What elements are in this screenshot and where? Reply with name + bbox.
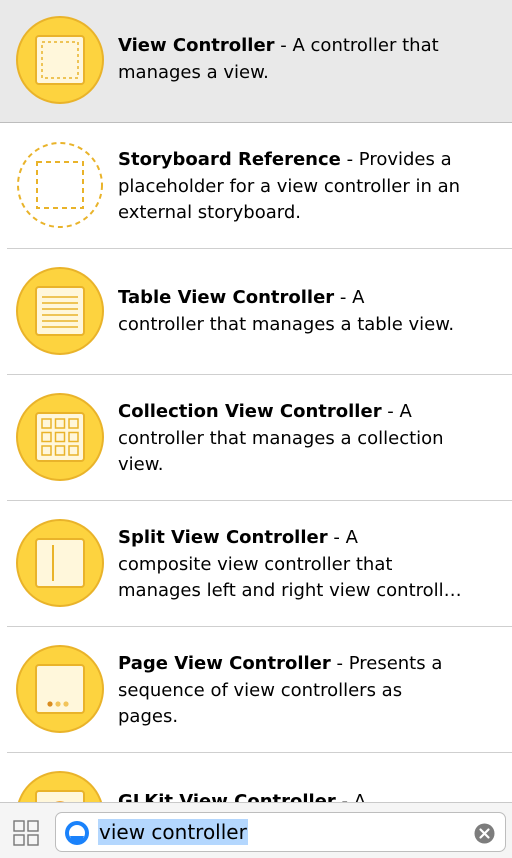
- item-title: Page View Controller: [118, 653, 331, 674]
- item-description-line2: sequence of view controllers as: [118, 679, 403, 701]
- item-title: Collection View Controller: [118, 401, 382, 422]
- item-description: - A: [335, 791, 367, 802]
- item-description: - A controller that: [274, 35, 439, 56]
- item-description: - Presents a: [330, 653, 443, 674]
- list-item-view-controller[interactable]: View Controller - A controller that mana…: [0, 0, 512, 122]
- list-item-text: Table View Controller - A controller tha…: [118, 285, 498, 338]
- list-item-table-view-controller[interactable]: Table View Controller - A controller tha…: [0, 249, 512, 374]
- list-item-text: Collection View Controller - A controlle…: [118, 399, 498, 479]
- item-description: - A: [327, 527, 358, 548]
- item-description: - Provides a: [340, 149, 452, 170]
- split-view-controller-icon: [16, 519, 104, 607]
- item-description-line2: controller that manages a table view.: [118, 313, 455, 335]
- list-item-page-view-controller[interactable]: Page View Controller - Presents a sequen…: [0, 627, 512, 752]
- item-title: GLKit View Controller: [118, 791, 336, 802]
- object-library-list[interactable]: View Controller - A controller that mana…: [0, 0, 512, 802]
- view-controller-icon: [16, 16, 104, 104]
- page-view-controller-icon: [16, 645, 104, 733]
- collection-view-controller-icon: [16, 393, 104, 481]
- item-description-line3: view.: [118, 454, 164, 475]
- item-title: View Controller: [118, 35, 275, 56]
- glkit-view-controller-icon: [16, 771, 104, 802]
- grid-view-toggle-icon[interactable]: [12, 819, 40, 847]
- item-title: Table View Controller: [118, 287, 335, 308]
- list-item-glkit-view-controller[interactable]: GLKit View Controller - A: [0, 753, 512, 802]
- item-description-line2: composite view controller that: [118, 553, 393, 575]
- filter-icon[interactable]: [64, 820, 90, 846]
- item-description: - A: [381, 401, 412, 422]
- list-item-text: Storyboard Reference - Provides a placeh…: [118, 147, 498, 227]
- search-input[interactable]: view controller: [98, 819, 248, 845]
- list-item-storyboard-reference[interactable]: Storyboard Reference - Provides a placeh…: [0, 123, 512, 248]
- item-description-line2: placeholder for a view controller in an: [118, 175, 461, 197]
- list-item-text: GLKit View Controller - A: [118, 789, 498, 802]
- storyboard-reference-icon: [16, 141, 104, 229]
- item-description-line3: manages left and right view controll…: [118, 580, 462, 601]
- item-description: - A: [334, 287, 365, 308]
- clear-search-icon[interactable]: [474, 823, 495, 844]
- list-item-text: Split View Controller - A composite view…: [118, 525, 498, 605]
- item-description-line3: pages.: [118, 706, 179, 727]
- item-title: Split View Controller: [118, 527, 328, 548]
- filter-bar: view controller: [0, 802, 512, 858]
- table-view-controller-icon: [16, 267, 104, 355]
- item-description-line3: external storyboard.: [118, 202, 301, 223]
- list-item-split-view-controller[interactable]: Split View Controller - A composite view…: [0, 501, 512, 626]
- item-title: Storyboard Reference: [118, 149, 341, 170]
- item-description-line2: controller that manages a collection: [118, 427, 444, 449]
- list-item-text: View Controller - A controller that mana…: [118, 33, 498, 86]
- list-item-collection-view-controller[interactable]: Collection View Controller - A controlle…: [0, 375, 512, 500]
- filter-search-field[interactable]: view controller: [55, 812, 506, 852]
- item-description-line2: manages a view.: [118, 61, 269, 83]
- list-item-text: Page View Controller - Presents a sequen…: [118, 651, 498, 731]
